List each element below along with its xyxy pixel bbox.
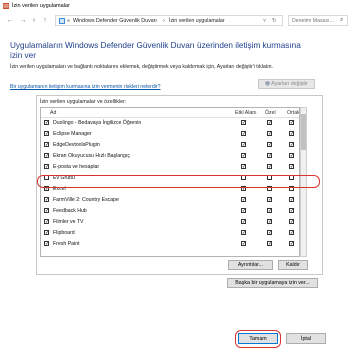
- private-checkbox[interactable]: ✓: [267, 197, 272, 202]
- search-icon: ⌕: [340, 17, 344, 23]
- table-row[interactable]: ✓ Eclipse Manager ✓ ✓ ✓: [41, 129, 299, 138]
- domain-checkbox[interactable]: ✓: [241, 197, 246, 202]
- app-enabled-checkbox[interactable]: ✓: [44, 197, 49, 202]
- private-checkbox[interactable]: ✓: [267, 219, 272, 224]
- app-name: Eclipse Manager: [53, 130, 92, 137]
- app-name: Fresh Paint: [53, 240, 80, 247]
- change-settings-button[interactable]: Ayarları değiştir: [258, 79, 315, 89]
- domain-checkbox[interactable]: ✓: [241, 120, 246, 125]
- private-checkbox[interactable]: ✓: [267, 120, 272, 125]
- back-arrow-icon[interactable]: ←: [6, 17, 14, 25]
- private-checkbox[interactable]: ✓: [267, 164, 272, 169]
- column-header-domain[interactable]: Etki Alanı: [235, 110, 257, 116]
- table-header: Ad Etki Alanı Özel Ortak: [41, 108, 299, 118]
- private-checkbox[interactable]: ✓: [267, 153, 272, 158]
- app-enabled-checkbox[interactable]: ✓: [44, 120, 49, 125]
- domain-checkbox[interactable]: ✓: [241, 131, 246, 136]
- column-header-name[interactable]: Ad: [50, 110, 56, 116]
- app-enabled-checkbox[interactable]: ✓: [44, 142, 49, 147]
- public-checkbox[interactable]: ✓: [289, 164, 294, 169]
- breadcrumb-separator: «: [67, 18, 70, 24]
- group-label: İzin verilen uygulamalar ve özellikler:: [40, 99, 127, 105]
- domain-checkbox[interactable]: ✓: [241, 164, 246, 169]
- address-dropdown-icon[interactable]: ˅: [263, 18, 266, 24]
- app-enabled-checkbox[interactable]: ✓: [44, 153, 49, 158]
- table-row[interactable]: ✓ Flipboard ✓ ✓ ✓: [41, 228, 299, 237]
- table-row[interactable]: ✓ Duolingo - Bedavaya İngilizce Öğrenin ✓ ✓…: [41, 118, 299, 127]
- domain-checkbox[interactable]: ✓: [241, 230, 246, 235]
- domain-checkbox[interactable]: ✓: [241, 208, 246, 213]
- app-name: Duolingo - Bedavaya İngilizce Öğrenin: [53, 119, 142, 126]
- public-checkbox[interactable]: ✓: [289, 131, 294, 136]
- domain-checkbox[interactable]: ✓: [241, 142, 246, 147]
- address-bar[interactable]: « Windows Defender Güvenlik Duvarı › İzi…: [55, 15, 283, 26]
- page-heading: Uygulamaların Windows Defender Güvenlik …: [10, 41, 301, 60]
- public-checkbox[interactable]: ✓: [289, 120, 294, 125]
- domain-checkbox[interactable]: ✓: [241, 153, 246, 158]
- public-checkbox[interactable]: ✓: [289, 230, 294, 235]
- table-row[interactable]: ✓ E-posta ve hesaplar ✓ ✓ ✓: [41, 162, 299, 171]
- uac-shield-icon: [265, 80, 271, 86]
- table-row[interactable]: ✓ Fresh Paint ✓ ✓ ✓: [41, 239, 299, 248]
- risk-link[interactable]: Bir uygulamanın iletişim kurmasına izin …: [10, 84, 161, 90]
- table-row[interactable]: ✓ EdgeDevtoolsPlugin ✓ ✓ ✓: [41, 140, 299, 149]
- public-checkbox[interactable]: ✓: [289, 142, 294, 147]
- refresh-icon[interactable]: ↻: [272, 18, 276, 24]
- private-checkbox[interactable]: ✓: [267, 230, 272, 235]
- private-checkbox[interactable]: ✓: [267, 131, 272, 136]
- app-name: FarmVille 2: Country Escape: [53, 196, 119, 203]
- control-panel-icon: [59, 18, 65, 24]
- domain-checkbox[interactable]: ✓: [241, 219, 246, 224]
- domain-checkbox[interactable]: ✓: [241, 241, 246, 246]
- app-enabled-checkbox[interactable]: ✓: [44, 164, 49, 169]
- column-header-public[interactable]: Ortak: [287, 110, 299, 116]
- app-enabled-checkbox[interactable]: ✓: [44, 208, 49, 213]
- cancel-button[interactable]: İptal: [286, 333, 326, 344]
- app-enabled-checkbox[interactable]: ✓: [44, 230, 49, 235]
- app-enabled-checkbox[interactable]: ✓: [44, 241, 49, 246]
- forward-arrow-icon[interactable]: →: [19, 17, 27, 25]
- table-row[interactable]: ✓ Feedback Hub ✓ ✓ ✓: [41, 206, 299, 215]
- public-checkbox[interactable]: ✓: [289, 197, 294, 202]
- search-input[interactable]: Denetim Masası...: [292, 18, 334, 24]
- app-name: Flipboard: [53, 229, 75, 236]
- public-checkbox[interactable]: ✓: [289, 208, 294, 213]
- remove-button[interactable]: Kaldır: [278, 260, 308, 270]
- public-checkbox[interactable]: ✓: [289, 153, 294, 158]
- page-description: İzin verilen uygulamaları ve bağlantı no…: [10, 64, 273, 70]
- scrollbar-thumb[interactable]: [301, 114, 306, 150]
- app-name: E-posta ve hesaplar: [53, 163, 100, 170]
- private-checkbox[interactable]: ✓: [267, 208, 272, 213]
- app-name: Ekran Okuyucusu Hızlı Başlangıç: [53, 152, 130, 159]
- app-enabled-checkbox[interactable]: ✓: [44, 131, 49, 136]
- table-row[interactable]: ✓ Ekran Okuyucusu Hızlı Başlangıç ✓ ✓ ✓: [41, 151, 299, 160]
- search-box[interactable]: Denetim Masası... ⌕: [288, 15, 348, 26]
- breadcrumb-separator: ›: [163, 18, 165, 24]
- app-name: EdgeDevtoolsPlugin: [53, 141, 100, 148]
- table-row[interactable]: ✓ Filmler ve TV ✓ ✓ ✓: [41, 217, 299, 226]
- breadcrumb-allowed-apps[interactable]: İzin verilen uygulamalar: [169, 18, 225, 24]
- app-name: Filmler ve TV: [53, 218, 84, 225]
- details-button[interactable]: Ayrıntılar...: [228, 260, 273, 270]
- private-checkbox[interactable]: ✓: [267, 241, 272, 246]
- breadcrumb-firewall[interactable]: Windows Defender Güvenlik Duvarı: [73, 18, 157, 24]
- app-name: Feedback Hub: [53, 207, 87, 214]
- table-row[interactable]: ✓ FarmVille 2: Country Escape ✓ ✓ ✓: [41, 195, 299, 204]
- private-checkbox[interactable]: ✓: [267, 142, 272, 147]
- title-bar: İzin verilen uygulamalar: [0, 0, 355, 12]
- change-settings-label: Ayarları değiştir: [271, 81, 308, 87]
- excel-row-highlight: [37, 175, 320, 188]
- public-checkbox[interactable]: ✓: [289, 219, 294, 224]
- firewall-icon: [3, 3, 9, 9]
- ok-button-highlight: [235, 330, 281, 348]
- recent-pages-chevron-icon[interactable]: ˅: [30, 17, 38, 25]
- app-enabled-checkbox[interactable]: ✓: [44, 219, 49, 224]
- public-checkbox[interactable]: ✓: [289, 241, 294, 246]
- up-arrow-icon[interactable]: ↑: [41, 17, 49, 25]
- window-title: İzin verilen uygulamalar: [12, 3, 70, 9]
- allow-another-app-button[interactable]: Başka bir uygulamaya izin ver...: [227, 278, 318, 288]
- column-header-private[interactable]: Özel: [265, 110, 276, 116]
